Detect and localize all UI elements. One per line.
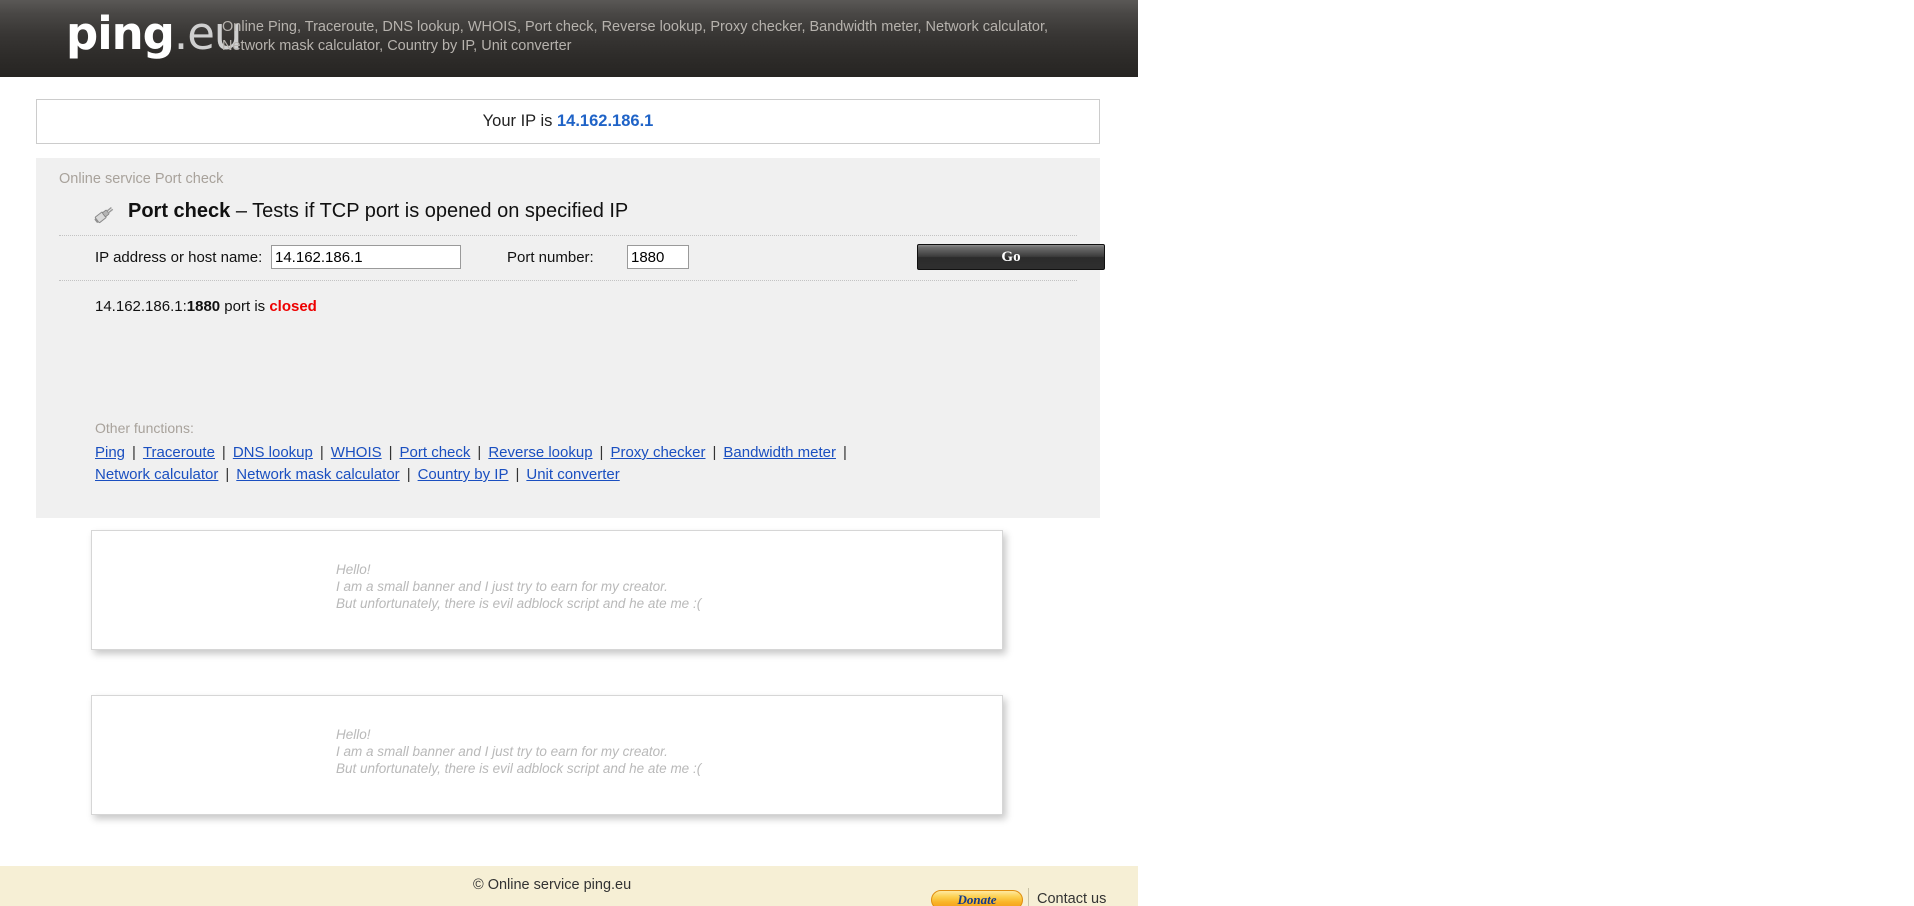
divider-bottom: [59, 280, 1077, 281]
page-root: ping.eu Online Ping, Traceroute, DNS loo…: [0, 0, 1138, 906]
link-separator: |: [515, 466, 520, 483]
host-input[interactable]: [271, 245, 461, 269]
port-check-result: 14.162.186.1:1880 port is closed: [95, 298, 317, 315]
logo-text-ping: ping: [66, 7, 175, 60]
donate-button[interactable]: Donate: [931, 890, 1023, 906]
result-host: 14.162.186.1:: [95, 298, 187, 315]
divider-top: [59, 235, 1077, 236]
ad-banner[interactable]: Hello! I am a small banner and I just tr…: [91, 695, 1003, 815]
link-ping[interactable]: Ping: [95, 444, 125, 461]
link-unit-converter[interactable]: Unit converter: [526, 466, 619, 483]
result-state: closed: [269, 298, 317, 315]
link-separator: |: [319, 444, 324, 461]
ad-banner-text: Hello! I am a small banner and I just tr…: [336, 727, 702, 776]
ad-banner[interactable]: Hello! I am a small banner and I just tr…: [91, 530, 1003, 650]
link-whois[interactable]: WHOIS: [331, 444, 382, 461]
link-bandwidth-meter[interactable]: Bandwidth meter: [723, 444, 836, 461]
link-reverse-lookup[interactable]: Reverse lookup: [488, 444, 592, 461]
site-header: ping.eu Online Ping, Traceroute, DNS loo…: [0, 0, 1138, 77]
result-middle: port is: [220, 298, 270, 315]
host-label: IP address or host name:: [95, 249, 263, 266]
panel-title-desc: – Tests if TCP port is opened on specifi…: [230, 200, 629, 222]
your-ip-bar: Your IP is 14.162.186.1: [36, 99, 1100, 144]
link-port-check[interactable]: Port check: [400, 444, 471, 461]
port-input[interactable]: [627, 245, 689, 269]
other-functions-label: Other functions:: [95, 420, 194, 436]
link-separator: |: [712, 444, 717, 461]
panel-title-name: Port check: [128, 200, 231, 222]
result-port: 1880: [186, 298, 221, 315]
ad-banner-text: Hello! I am a small banner and I just tr…: [336, 562, 702, 611]
link-separator: |: [406, 466, 411, 483]
your-ip-prefix: Your IP is: [482, 112, 557, 130]
your-ip-value: 14.162.186.1: [556, 112, 654, 130]
contact-us-label[interactable]: Contact us: [1037, 891, 1106, 906]
port-check-form: IP address or host name: Port number: Go: [59, 238, 1105, 280]
link-separator: |: [842, 444, 847, 461]
link-network-calculator[interactable]: Network calculator: [95, 466, 218, 483]
link-separator: |: [599, 444, 604, 461]
contact-us-link[interactable]: Contact us: [1037, 891, 1106, 906]
link-separator: |: [132, 444, 136, 461]
link-separator: |: [221, 444, 226, 461]
footer-divider: [1028, 888, 1029, 906]
link-proxy-checker[interactable]: Proxy checker: [610, 444, 705, 461]
go-button[interactable]: Go: [917, 244, 1105, 270]
plug-icon: [94, 207, 114, 224]
link-separator: |: [477, 444, 482, 461]
site-logo[interactable]: ping.eu: [66, 7, 242, 60]
link-network-mask-calculator[interactable]: Network mask calculator: [236, 466, 399, 483]
content-area: Your IP is 14.162.186.1 Online service P…: [0, 77, 1138, 866]
other-functions-links: Ping | Traceroute | DNS lookup | WHOIS | Port ch…: [95, 442, 1055, 486]
service-panel: Online service Port check Port check – T…: [36, 158, 1105, 518]
link-separator: |: [225, 466, 230, 483]
logo-text-dot: .: [173, 7, 188, 60]
site-tagline: Online Ping, Traceroute, DNS lookup, WHO…: [222, 19, 1049, 54]
panel-kicker: Online service Port check: [59, 171, 224, 187]
port-label: Port number:: [507, 249, 594, 266]
panel-title: Port check – Tests if TCP port is opened…: [128, 200, 628, 223]
copyright-text: © Online service ping.eu: [473, 877, 632, 893]
link-dns-lookup[interactable]: DNS lookup: [233, 444, 313, 461]
link-country-by-ip[interactable]: Country by IP: [418, 466, 509, 483]
link-traceroute[interactable]: Traceroute: [143, 444, 215, 461]
link-separator: |: [388, 444, 393, 461]
